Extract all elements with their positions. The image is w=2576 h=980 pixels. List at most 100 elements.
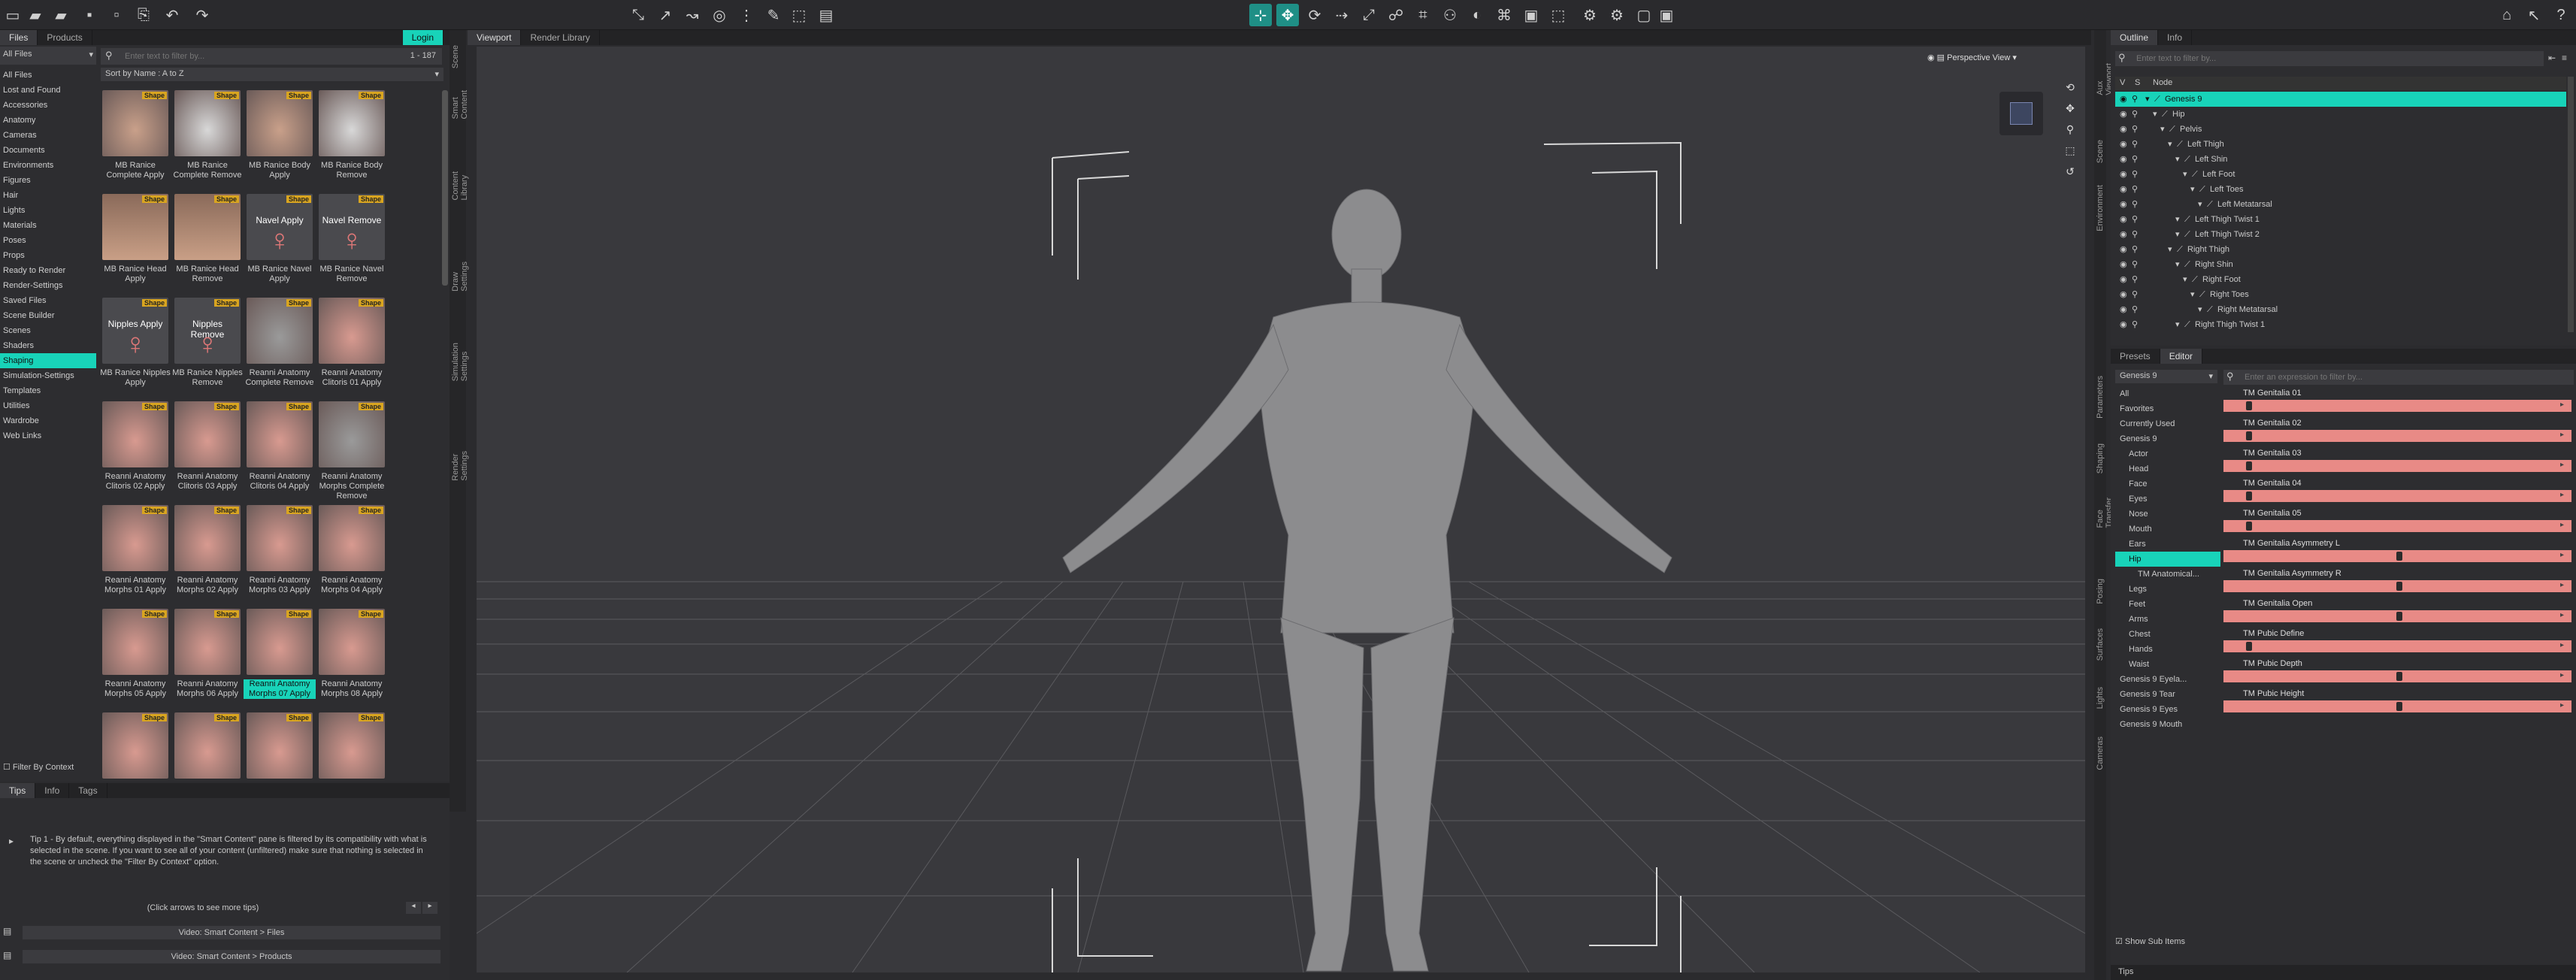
content-thumbnail[interactable]: Shape	[174, 609, 241, 675]
smart-content-search[interactable]: ⚲ 1 - 187	[101, 48, 442, 65]
parameter-slider[interactable]: TM Genitalia Asymmetry L ▸	[2223, 537, 2571, 565]
chevron-down-icon[interactable]: ▾	[2175, 257, 2180, 272]
eye-icon[interactable]: ◉	[2120, 182, 2127, 197]
parameter-filter-input[interactable]	[2240, 370, 2556, 385]
tab-info[interactable]: Info	[2158, 30, 2193, 45]
category-item[interactable]: Hair	[0, 188, 96, 203]
scene-node[interactable]: ◉ ⚲ ▾ ⟋ Left Thigh	[2115, 137, 2566, 152]
property-group[interactable]: Nose	[2115, 507, 2220, 522]
chevron-down-icon[interactable]: ▾	[2160, 122, 2165, 137]
property-group[interactable]: Legs	[2115, 582, 2220, 597]
eye-icon[interactable]: ◉	[2120, 92, 2127, 107]
category-item[interactable]: Web Links	[0, 428, 96, 443]
slider-knob[interactable]	[2396, 612, 2402, 621]
property-group[interactable]: Hands	[2115, 642, 2220, 657]
scene-search[interactable]: ⚲	[2115, 51, 2544, 66]
chevron-down-icon[interactable]: ▾	[2168, 137, 2172, 152]
eye-icon[interactable]: ◉	[2120, 227, 2127, 242]
joint-editor-icon[interactable]: ⚇	[1439, 4, 1461, 26]
eye-icon[interactable]: ◉	[2120, 152, 2127, 167]
arrow-left-icon[interactable]: ⇤	[2548, 53, 2556, 63]
scene-node[interactable]: ◉ ⚲ ▾ ⟋ Left Toes	[2115, 182, 2566, 197]
slider-track[interactable]: ▸	[2223, 460, 2571, 472]
category-item[interactable]: Render-Settings	[0, 278, 96, 293]
chevron-down-icon[interactable]: ▾	[2145, 92, 2150, 107]
view-cube[interactable]	[1999, 92, 2043, 135]
camera-icon[interactable]: ▢	[1633, 4, 1655, 26]
view-selector[interactable]: ◉ ▤ Perspective View ▾	[1927, 53, 2070, 68]
category-item[interactable]: Figures	[0, 173, 96, 188]
property-group[interactable]: Waist	[2115, 657, 2220, 672]
scene-search-input[interactable]	[2132, 51, 2508, 66]
parameter-slider[interactable]: TM Genitalia 02 ▸	[2223, 416, 2571, 445]
render-icon[interactable]: ▣	[1520, 4, 1542, 26]
slider-knob[interactable]	[2396, 582, 2402, 591]
slider-knob[interactable]	[2246, 492, 2252, 501]
smart-content-search-input[interactable]	[120, 49, 398, 64]
slider-track[interactable]: ▸	[2223, 400, 2571, 412]
slider-track[interactable]: ▸	[2223, 640, 2571, 652]
content-thumbnail[interactable]: Shape	[102, 609, 168, 675]
figure-dropdown[interactable]: Genesis 9 ▾	[2115, 370, 2217, 383]
parameter-slider[interactable]: TM Genitalia Open ▸	[2223, 597, 2571, 625]
eye-icon[interactable]: ◉	[2120, 137, 2127, 152]
chevron-down-icon[interactable]: ▾	[2183, 272, 2187, 287]
property-group[interactable]: Arms	[2115, 612, 2220, 627]
prev-tip-icon[interactable]: ◂	[406, 902, 421, 914]
chevron-down-icon[interactable]: ▾	[2190, 287, 2195, 302]
content-thumbnail[interactable]: Shape	[174, 90, 241, 156]
vertical-tab[interactable]: Simulation Settings	[451, 343, 469, 381]
content-thumbnail[interactable]: Shape	[319, 505, 385, 571]
content-thumbnail[interactable]: Shape	[319, 298, 385, 364]
property-group[interactable]: All	[2115, 386, 2220, 401]
tab-info[interactable]: Info	[35, 783, 70, 798]
tab-editor[interactable]: Editor	[2160, 349, 2203, 364]
scene-node[interactable]: ◉ ⚲ ▾ ⟋ Pelvis	[2115, 122, 2566, 137]
save-icon[interactable]: ▪	[78, 4, 101, 26]
tab-render-library[interactable]: Render Library	[521, 30, 600, 45]
gallery-icon[interactable]: ▣	[1655, 4, 1678, 26]
render-settings-icon[interactable]: ⚙	[1606, 4, 1628, 26]
video-files-button[interactable]: Video: Smart Content > Files	[23, 926, 440, 939]
scene-node[interactable]: ◉ ⚲ ▾ ⟋ Right Metatarsal	[2115, 302, 2566, 317]
scene-node[interactable]: ◉ ⚲ ▾ ⟋ Left Shin	[2115, 152, 2566, 167]
eye-icon[interactable]: ◉	[2120, 107, 2127, 122]
eye-icon[interactable]: ◉	[2120, 302, 2127, 317]
category-item[interactable]: Poses	[0, 233, 96, 248]
parameter-slider[interactable]: TM Pubic Depth ▸	[2223, 657, 2571, 685]
joint-icon[interactable]: ⋮	[735, 4, 758, 26]
iray-icon[interactable]: ⚙	[1579, 4, 1601, 26]
scene-node[interactable]: ◉ ⚲ ▾ ⟋ Right Shin	[2115, 257, 2566, 272]
redo-icon[interactable]: ↷	[191, 4, 213, 26]
slider-track[interactable]: ▸	[2223, 580, 2571, 592]
slider-knob[interactable]	[2246, 401, 2252, 410]
lock-icon[interactable]: ⚲	[2132, 317, 2138, 332]
slider-knob[interactable]	[2246, 461, 2252, 470]
slider-track[interactable]: ▸	[2223, 670, 2571, 682]
lock-icon[interactable]: ⚲	[2132, 227, 2138, 242]
vertical-tab[interactable]: Scene	[2096, 140, 2105, 163]
region-icon[interactable]: ⬚	[788, 4, 810, 26]
rotate-icon[interactable]: ↝	[681, 4, 704, 26]
tab-viewport[interactable]: Viewport	[468, 30, 522, 45]
lock-icon[interactable]: ⚲	[2132, 287, 2138, 302]
lock-icon[interactable]: ⚲	[2132, 167, 2138, 182]
category-item[interactable]: Anatomy	[0, 113, 96, 128]
open-folder-icon[interactable]: ▰	[24, 4, 47, 26]
reset-icon[interactable]: ↺	[2063, 161, 2078, 182]
property-group[interactable]: Head	[2115, 461, 2220, 476]
parameter-slider[interactable]: TM Pubic Define ▸	[2223, 627, 2571, 655]
property-group[interactable]: Eyes	[2115, 492, 2220, 507]
scene-node[interactable]: ◉ ⚲ ▾ ⟋ Left Thigh Twist 1	[2115, 212, 2566, 227]
slider-knob[interactable]	[2246, 431, 2252, 440]
slider-track[interactable]: ▸	[2223, 610, 2571, 622]
lock-icon[interactable]: ⚲	[2132, 272, 2138, 287]
vertical-tab[interactable]: Shaping	[2096, 443, 2105, 473]
parameter-slider[interactable]: TM Genitalia 04 ▸	[2223, 476, 2571, 505]
category-item[interactable]: Lights	[0, 203, 96, 218]
content-thumbnail[interactable]: Shape	[247, 712, 313, 779]
chevron-down-icon[interactable]: ▾	[2190, 182, 2195, 197]
scale-tool-icon[interactable]: ⤢	[1358, 4, 1380, 26]
chevron-down-icon[interactable]: ▾	[2175, 227, 2180, 242]
viewport[interactable]: ◉ ▤ Perspective View ▾ ⟲ ✥ ⚲ ⬚ ↺	[477, 47, 2085, 972]
